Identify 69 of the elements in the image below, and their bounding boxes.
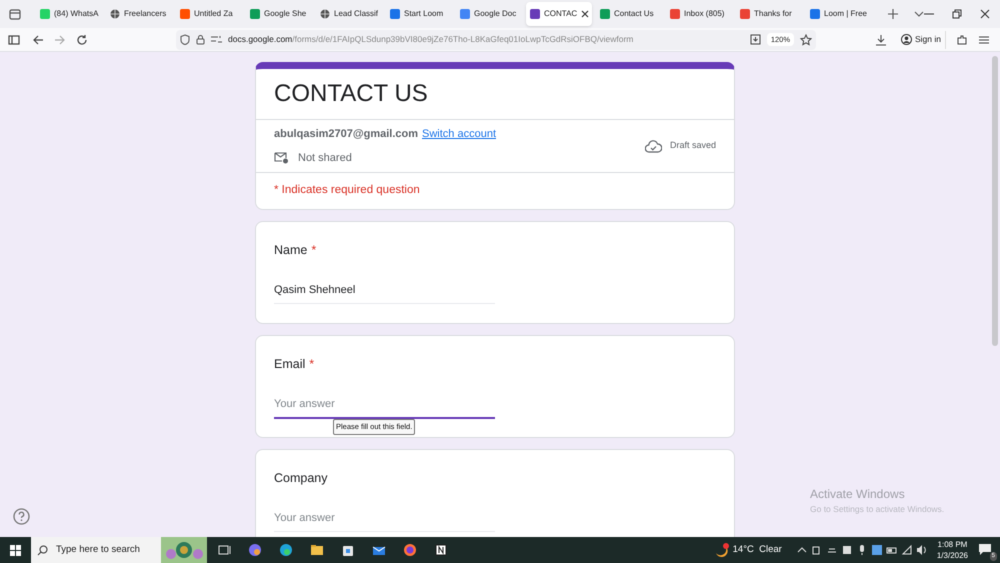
download-icon[interactable] (875, 34, 887, 46)
activation-title: Activate Windows (810, 486, 906, 503)
folder-icon[interactable] (310, 543, 324, 557)
browser-tab[interactable]: (84) WhatsA (36, 2, 102, 26)
task-view-icon[interactable] (217, 543, 231, 557)
browser-tab[interactable]: Loom | Free (806, 2, 872, 26)
wifi-icon[interactable] (900, 544, 913, 556)
firefox-icon[interactable] (403, 543, 417, 557)
sidebar-icon[interactable] (8, 34, 20, 46)
required-note: * Indicates required question (273, 183, 421, 198)
clock-date[interactable]: 1/3/2026 (936, 550, 968, 561)
question-label: Company (274, 470, 328, 488)
help-icon[interactable] (13, 508, 30, 525)
weather-icon (714, 542, 729, 558)
reload-icon[interactable] (76, 34, 88, 46)
browser-tab[interactable]: Contact Us (596, 2, 662, 26)
close-window-icon[interactable] (980, 9, 990, 19)
required-asterisk: * (309, 356, 314, 374)
permissions-icon (211, 35, 222, 44)
reader-view-icon[interactable] (750, 34, 761, 45)
weather-text: 14°C Clear (732, 542, 782, 557)
lock-icon (196, 34, 205, 45)
account-icon (901, 34, 912, 45)
account-email: abulqasim2707@gmail.com (274, 127, 418, 142)
shield-icon (180, 34, 190, 45)
clock-time[interactable]: 1:08 PM (938, 539, 968, 550)
mail-settings-icon (274, 151, 289, 164)
windows-start-icon[interactable] (10, 544, 21, 556)
copilot-icon[interactable] (248, 543, 262, 557)
taskbar-search-field[interactable]: Type here to search (31, 537, 161, 563)
store-icon[interactable] (341, 543, 355, 557)
switch-account-link[interactable]: Switch account (422, 126, 496, 142)
activation-message: Go to Settings to activate Windows. (810, 503, 944, 516)
browser-tab[interactable]: Inbox (805) (666, 2, 732, 26)
speaker-icon[interactable] (916, 544, 928, 556)
bookmark-star-icon[interactable] (800, 34, 812, 46)
sign-in-button[interactable]: Sign in (897, 30, 946, 48)
close-icon[interactable] (581, 10, 590, 18)
browser-tab[interactable]: Google Doc (456, 2, 522, 26)
scrollbar[interactable] (992, 56, 998, 346)
search-icon (37, 544, 48, 556)
question-label: Name (274, 242, 308, 260)
browser-tab[interactable]: Lead Classif (316, 2, 382, 26)
restore-icon[interactable] (952, 9, 962, 19)
browser-tab[interactable]: Thanks for (736, 2, 802, 26)
required-asterisk: * (311, 242, 316, 260)
cloud-check-icon (644, 140, 662, 152)
draft-status: Draft saved (670, 139, 716, 152)
browser-tab[interactable]: CONTAC (526, 2, 592, 26)
tab-list-icon[interactable] (8, 7, 22, 21)
search-highlight-drawing (161, 537, 207, 563)
sharing-status: Not shared (298, 150, 352, 166)
menu-icon[interactable] (978, 34, 990, 46)
new-tab-icon[interactable] (888, 9, 898, 19)
url-text: docs.google.com/forms/d/e/1FAIpQLSdunp39bVI80e9jZe76Tho-L8KaGfeq01IoLwpTcGdRsiOFBQ/viewform (228, 33, 634, 46)
search-placeholder: Type here to search (56, 542, 140, 557)
notification-icon[interactable] (978, 542, 992, 556)
browser-tab[interactable]: Untitled Za (176, 2, 242, 26)
edge-icon[interactable] (279, 543, 293, 557)
question-label: Email (274, 356, 306, 374)
answer-field[interactable]: Qasim Shehneel (274, 282, 495, 304)
back-icon[interactable] (32, 34, 44, 46)
browser-tab[interactable]: Google She (246, 2, 312, 26)
browser-tab[interactable]: Start Loom (386, 2, 452, 26)
browser-tab[interactable]: Freelancers (106, 2, 172, 26)
form-title: CONTACT US (256, 69, 734, 120)
notion-icon[interactable] (434, 543, 448, 557)
chevron-down-icon[interactable] (914, 9, 924, 19)
extensions-icon[interactable] (956, 34, 968, 46)
